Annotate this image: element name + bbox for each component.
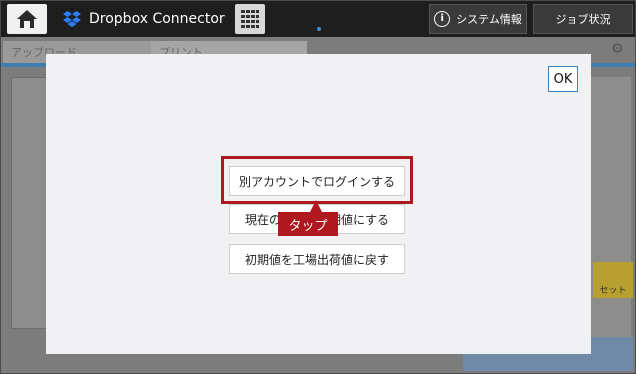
home-button[interactable] <box>7 4 47 34</box>
info-icon: i <box>434 11 451 27</box>
right-panel <box>591 77 631 367</box>
reset-button: セット <box>593 262 633 298</box>
reset-to-factory-button[interactable]: 初期値を工場出荷値に戻す <box>229 244 405 274</box>
top-bar: Dropbox Connector i システム情報 ジョブ状況 <box>1 1 635 37</box>
system-info-button[interactable]: i システム情報 <box>429 4 527 34</box>
dropbox-icon <box>63 11 81 27</box>
ok-label: OK <box>553 71 573 87</box>
job-status-label: ジョブ状況 <box>555 13 611 26</box>
callout-arrow <box>310 200 322 212</box>
ok-button[interactable]: OK <box>548 66 578 92</box>
reset-label: セット <box>599 286 627 296</box>
screen: Dropbox Connector i システム情報 ジョブ状況 アップロード <box>0 0 636 374</box>
keypad-icon <box>241 10 259 28</box>
job-status-button[interactable]: ジョブ状況 <box>533 4 633 34</box>
status-dot <box>317 27 321 31</box>
keypad-button[interactable] <box>235 4 265 34</box>
system-info-label: システム情報 <box>456 13 522 26</box>
highlight-box <box>221 156 413 204</box>
app-title-area: Dropbox Connector <box>63 1 225 37</box>
tap-callout: タップ <box>278 212 338 236</box>
app-title: Dropbox Connector <box>89 11 225 27</box>
home-icon <box>17 10 37 28</box>
option-label: 初期値を工場出荷値に戻す <box>244 252 389 267</box>
tap-callout-label: タップ <box>288 218 328 234</box>
gear-icon: ⚙ <box>611 41 624 57</box>
options-dialog: OK 別アカウントでログインする 現在の設定を初期値にする 初期値を工場出荷値に… <box>46 54 591 354</box>
